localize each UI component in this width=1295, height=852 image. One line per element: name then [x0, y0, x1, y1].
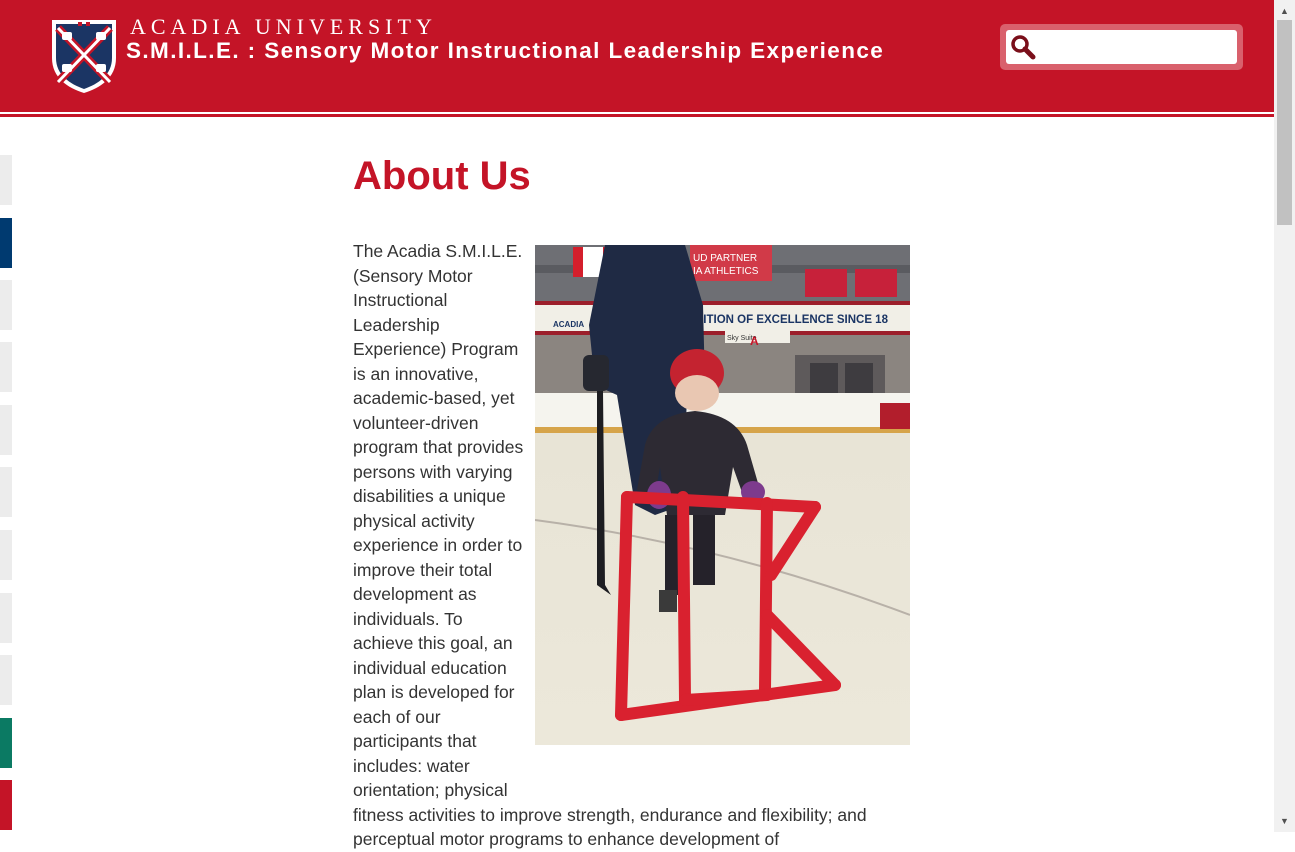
- scroll-up-icon[interactable]: ▲: [1274, 2, 1295, 20]
- scroll-thumb[interactable]: [1277, 20, 1292, 225]
- skating-photo: UD PARTNER IA ATHLETICS DITION OF EXCELLE…: [535, 245, 910, 745]
- side-tab[interactable]: [0, 780, 12, 830]
- program-title[interactable]: S.M.I.L.E. : Sensory Motor Instructional…: [126, 38, 884, 64]
- side-tab[interactable]: [0, 655, 12, 705]
- main-content: About Us The Acadia S.M.I.L.E. (Sensory …: [353, 150, 923, 849]
- side-tab[interactable]: [0, 342, 12, 392]
- university-name[interactable]: ACADIA UNIVERSITY: [130, 14, 437, 40]
- photo-banner-main: DITION OF EXCELLENCE SINCE 18: [695, 314, 889, 326]
- search-icon[interactable]: [1006, 30, 1040, 64]
- site-header: ACADIA UNIVERSITY S.M.I.L.E. : Sensory M…: [0, 0, 1274, 112]
- search-input[interactable]: [1040, 31, 1234, 63]
- side-tab[interactable]: [0, 155, 12, 205]
- side-tab[interactable]: [0, 718, 12, 768]
- search-field-wrapper: [1006, 30, 1237, 64]
- page-title: About Us: [353, 154, 531, 198]
- side-tab[interactable]: [0, 405, 12, 455]
- acadia-crest-logo[interactable]: [50, 18, 118, 94]
- side-tab[interactable]: [0, 530, 12, 580]
- side-tab[interactable]: [0, 218, 12, 268]
- side-tab[interactable]: [0, 467, 12, 517]
- side-tab[interactable]: [0, 280, 12, 330]
- photo-acadia-sign: ACADIA: [553, 320, 584, 329]
- header-divider: [0, 114, 1274, 117]
- vertical-scrollbar[interactable]: ▲ ▼: [1274, 0, 1295, 832]
- photo-a-sign: A: [750, 334, 759, 348]
- scroll-down-icon[interactable]: ▼: [1274, 812, 1295, 830]
- side-tab[interactable]: [0, 593, 12, 643]
- search-box: [1000, 24, 1243, 70]
